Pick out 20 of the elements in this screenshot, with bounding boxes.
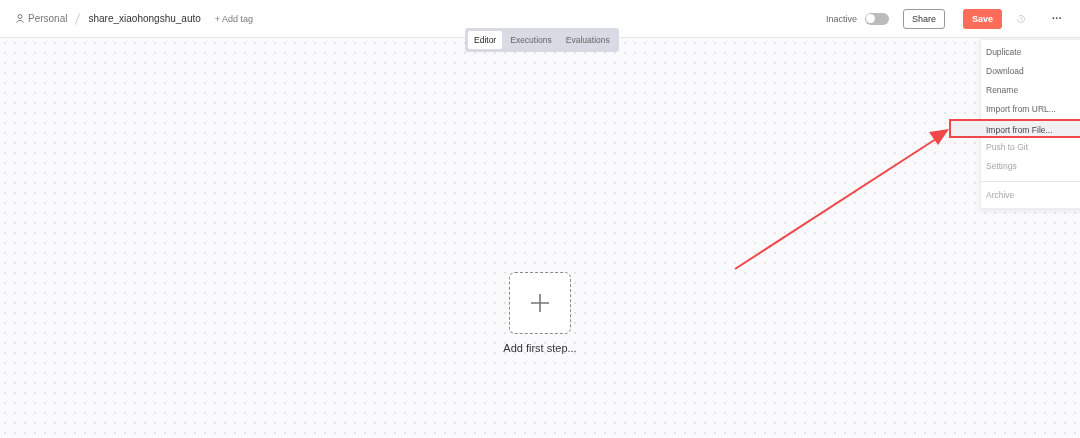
add-step-button[interactable]: [509, 272, 571, 334]
view-tab[interactable]: Editor: [468, 31, 503, 49]
plus-icon: [531, 294, 549, 312]
view-tab[interactable]: Executions: [504, 31, 558, 49]
user-icon: [16, 14, 24, 23]
project-link[interactable]: Personal: [28, 13, 68, 24]
add-step-label: Add first step...: [503, 342, 577, 354]
menu-item[interactable]: Duplicate: [981, 43, 1080, 62]
history-icon[interactable]: [1016, 13, 1026, 24]
menu-item[interactable]: Rename: [981, 81, 1080, 100]
workflow-name[interactable]: share_xiaohongshu_auto: [88, 13, 201, 24]
more-button[interactable]: ···: [1052, 13, 1062, 24]
share-button[interactable]: Share: [902, 8, 945, 29]
menu-item[interactable]: Download: [981, 62, 1080, 81]
add-tag-link[interactable]: + Add tag: [214, 13, 254, 24]
view-tab[interactable]: Evaluations: [559, 31, 616, 49]
menu-item[interactable]: Import from URL...: [981, 100, 1080, 119]
menu-item[interactable]: Import from File...: [949, 119, 1080, 138]
status-label: Inactive: [825, 13, 857, 24]
active-toggle[interactable]: [864, 12, 889, 25]
